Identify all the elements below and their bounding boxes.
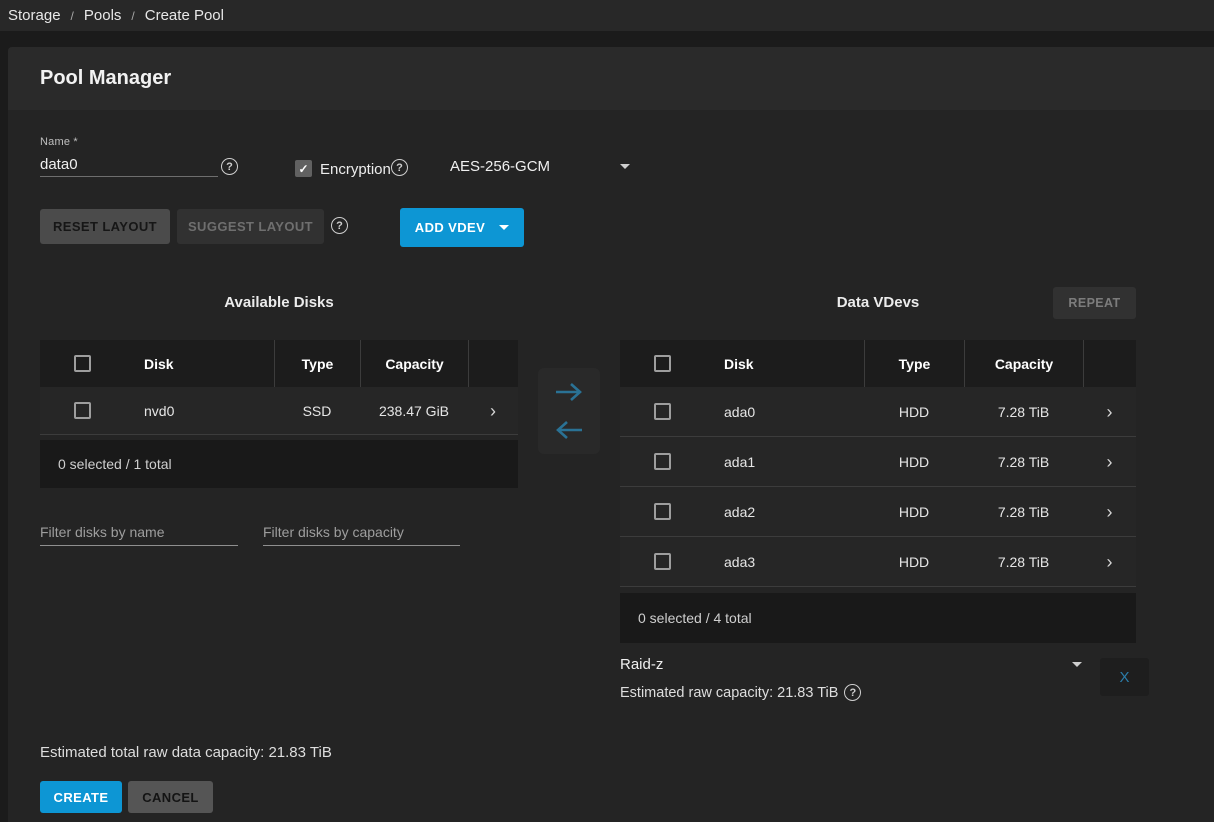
table-row[interactable]: nvd0 SSD 238.47 GiB ›	[40, 387, 518, 435]
name-help-icon[interactable]: ?	[221, 158, 238, 175]
available-selection-status: 0 selected / 1 total	[40, 440, 518, 488]
row-checkbox[interactable]	[654, 403, 671, 420]
disk-name: ada2	[704, 504, 864, 520]
table-row[interactable]: ada3 HDD 7.28 TiB ›	[620, 537, 1136, 587]
disk-name: ada0	[704, 404, 864, 420]
disk-name: nvd0	[124, 403, 274, 419]
arrow-left-icon	[552, 418, 586, 442]
data-vdevs-table: Disk Type Capacity ada0 HDD 7.28 TiB › a…	[620, 340, 1136, 643]
breadcrumb-storage[interactable]: Storage	[8, 7, 61, 24]
column-header-capacity: Capacity	[964, 340, 1083, 387]
table-row[interactable]: ada1 HDD 7.28 TiB ›	[620, 437, 1136, 487]
name-field-label: Name *	[40, 136, 78, 148]
breadcrumb-separator: /	[71, 9, 74, 23]
chevron-down-icon	[499, 225, 509, 230]
row-checkbox[interactable]	[654, 453, 671, 470]
filter-name-input[interactable]	[40, 518, 238, 546]
cancel-button[interactable]: CANCEL	[128, 781, 213, 813]
column-header-type: Type	[864, 340, 964, 387]
row-checkbox[interactable]	[654, 503, 671, 520]
filter-capacity-input[interactable]	[263, 518, 460, 546]
column-header-actions	[468, 340, 518, 387]
chevron-right-icon[interactable]: ›	[1083, 553, 1136, 571]
disk-capacity: 7.28 TiB	[964, 504, 1083, 520]
table-row[interactable]: ada0 HDD 7.28 TiB ›	[620, 387, 1136, 437]
disk-name: ada1	[704, 454, 864, 470]
estimated-capacity-row: Estimated raw capacity: 21.83 TiB ?	[620, 684, 861, 701]
create-button[interactable]: CREATE	[40, 781, 122, 813]
disk-type: SSD	[274, 403, 360, 419]
column-header-actions	[1083, 340, 1136, 387]
add-vdev-label: ADD VDEV	[415, 220, 485, 235]
card-header: Pool Manager	[8, 47, 1214, 110]
disk-type: HDD	[864, 504, 964, 520]
encryption-checkbox[interactable]: ✓	[295, 160, 312, 177]
reset-layout-button[interactable]: RESET LAYOUT	[40, 209, 170, 244]
disk-mover-panel	[538, 368, 600, 454]
breadcrumb: Storage / Pools / Create Pool	[0, 0, 1214, 31]
breadcrumb-create-pool: Create Pool	[145, 7, 224, 24]
disk-capacity: 7.28 TiB	[964, 554, 1083, 570]
disk-type: HDD	[864, 404, 964, 420]
chevron-right-icon[interactable]: ›	[1083, 403, 1136, 421]
select-all-checkbox[interactable]	[654, 355, 671, 372]
table-header: Disk Type Capacity	[40, 340, 518, 387]
disk-type: HDD	[864, 554, 964, 570]
disk-capacity: 7.28 TiB	[964, 454, 1083, 470]
disk-capacity: 7.28 TiB	[964, 404, 1083, 420]
chevron-right-icon[interactable]: ›	[1083, 453, 1136, 471]
total-capacity-summary: Estimated total raw data capacity: 21.83…	[40, 744, 332, 761]
column-header-disk: Disk	[124, 340, 274, 387]
pool-manager-screen: Storage / Pools / Create Pool Pool Manag…	[0, 0, 1214, 822]
suggest-layout-button[interactable]: SUGGEST LAYOUT	[177, 209, 324, 244]
chevron-right-icon[interactable]: ›	[468, 402, 518, 420]
disk-type: HDD	[864, 454, 964, 470]
vdev-selection-status: 0 selected / 4 total	[620, 593, 1136, 643]
select-all-checkbox[interactable]	[74, 355, 91, 372]
encryption-help-icon[interactable]: ?	[391, 159, 408, 176]
available-disks-table: Disk Type Capacity nvd0 SSD 238.47 GiB ›…	[40, 340, 518, 488]
row-checkbox[interactable]	[74, 402, 91, 419]
arrow-right-icon	[552, 380, 586, 404]
raid-layout-value: Raid-z	[620, 656, 663, 673]
breadcrumb-pools[interactable]: Pools	[84, 7, 122, 24]
column-header-disk: Disk	[704, 340, 864, 387]
table-row[interactable]: ada2 HDD 7.28 TiB ›	[620, 487, 1136, 537]
breadcrumb-separator: /	[131, 9, 134, 23]
raid-layout-select[interactable]: Raid-z	[620, 656, 1082, 673]
disk-name: ada3	[704, 554, 864, 570]
estimated-raw-capacity: Estimated raw capacity: 21.83 TiB	[620, 685, 838, 701]
available-disks-title: Available Disks	[40, 294, 518, 311]
remove-vdev-button[interactable]: X	[1100, 658, 1149, 696]
move-right-button[interactable]	[550, 378, 588, 406]
column-header-type: Type	[274, 340, 360, 387]
chevron-down-icon	[620, 164, 630, 169]
capacity-help-icon[interactable]: ?	[844, 684, 861, 701]
cipher-select-value: AES-256-GCM	[450, 158, 550, 175]
page-title: Pool Manager	[40, 67, 171, 90]
table-header: Disk Type Capacity	[620, 340, 1136, 387]
chevron-right-icon[interactable]: ›	[1083, 503, 1136, 521]
encryption-label: Encryption	[320, 161, 391, 178]
move-left-button[interactable]	[550, 416, 588, 444]
repeat-button[interactable]: REPEAT	[1053, 287, 1136, 319]
cipher-select[interactable]: AES-256-GCM	[450, 158, 630, 175]
pool-name-input[interactable]	[40, 153, 218, 177]
add-vdev-button[interactable]: ADD VDEV	[400, 208, 524, 247]
row-checkbox[interactable]	[654, 553, 671, 570]
check-icon: ✓	[298, 162, 308, 176]
layout-help-icon[interactable]: ?	[331, 217, 348, 234]
column-header-capacity: Capacity	[360, 340, 468, 387]
disk-capacity: 238.47 GiB	[360, 403, 468, 419]
chevron-down-icon	[1072, 662, 1082, 667]
